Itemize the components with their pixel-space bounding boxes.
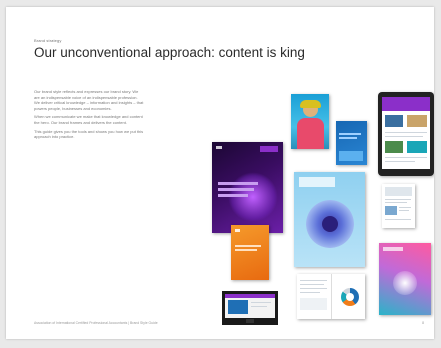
magazine-cover <box>294 172 365 267</box>
brochure-thumbnail <box>382 184 415 228</box>
footer-text: Association of International Certified P… <box>34 321 158 325</box>
page-title: Our unconventional approach: content is … <box>34 45 305 60</box>
portrait-cover <box>291 94 329 149</box>
brand-guide-page: Brand strategy Our unconventional approa… <box>6 7 434 339</box>
purple-report-cover <box>212 142 283 233</box>
page-number: 8 <box>422 321 424 325</box>
tablet-mockup <box>378 92 434 176</box>
body-text: Our brand style reflects and expresses o… <box>34 89 144 143</box>
orange-report-cover <box>231 225 269 280</box>
paragraph-1: Our brand style reflects and expresses o… <box>34 89 144 111</box>
paragraph-3: This guide gives you the tools and shows… <box>34 128 144 140</box>
paragraph-2: When we communicate we make that knowled… <box>34 114 143 125</box>
blue-report-cover <box>336 121 367 165</box>
desktop-monitor-mockup <box>222 291 278 325</box>
report-spread <box>297 274 365 319</box>
gradient-report-cover <box>379 243 431 315</box>
section-kicker: Brand strategy <box>34 38 62 43</box>
